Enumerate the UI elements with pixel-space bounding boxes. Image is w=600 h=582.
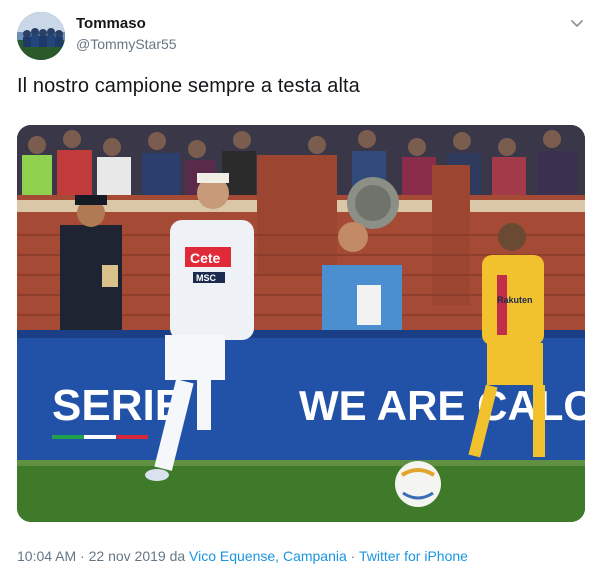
jersey-sponsor-text: Cete: [190, 250, 221, 266]
tweet-location-link[interactable]: Vico Equense, Campania: [189, 548, 347, 564]
opponent-sponsor-text: Rakuten: [497, 295, 533, 305]
tweet-menu-button[interactable]: [568, 14, 586, 32]
tweet-source-link[interactable]: Twitter for iPhone: [359, 548, 468, 564]
tweet-meta: 10:04 AM · 22 nov 2019 da Vico Equense, …: [17, 548, 468, 564]
tweet-time[interactable]: 10:04 AM: [17, 548, 76, 564]
banner-serie-text: SERIE: [52, 381, 184, 430]
chevron-down-icon: [571, 20, 583, 27]
author-name[interactable]: Tommaso: [76, 15, 146, 32]
meta-separator: ·: [80, 548, 85, 564]
meta-separator: ·: [350, 548, 356, 564]
avatar-photo-team-icon: [17, 12, 65, 60]
tweet-text: Il nostro campione sempre a testa alta: [17, 75, 360, 97]
tweet-date[interactable]: 22 nov 2019: [89, 548, 166, 564]
jersey-sponsor2-text: MSC: [196, 273, 217, 283]
football-match-photo: SERIE WE ARE CALCIO Cete MSC Rakuten: [17, 125, 585, 522]
tweet-photo[interactable]: SERIE WE ARE CALCIO Cete MSC Rakuten: [17, 125, 585, 522]
meta-da: da: [169, 548, 186, 564]
author-handle[interactable]: @TommyStar55: [76, 36, 177, 52]
avatar[interactable]: [17, 12, 65, 60]
